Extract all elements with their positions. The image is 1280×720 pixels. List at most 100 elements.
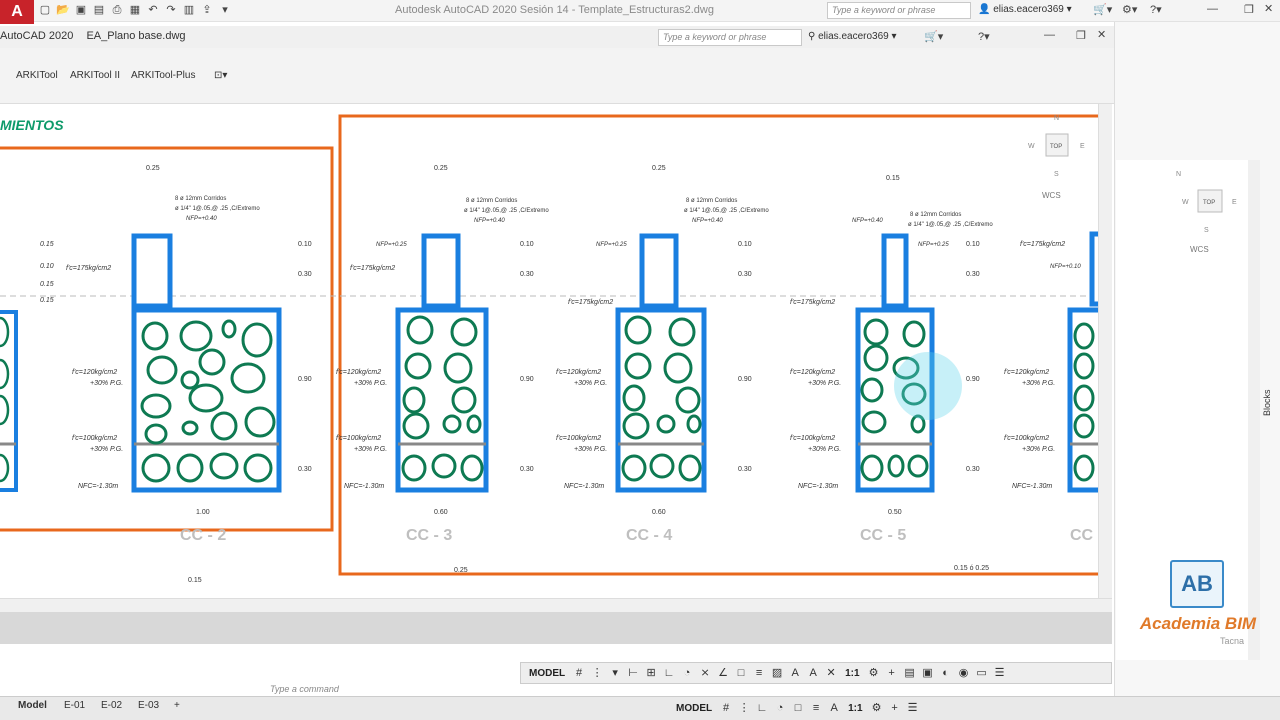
add-layout-icon[interactable]: + [174,700,180,711]
viewcube-top-label[interactable]: TOP [1050,144,1062,150]
secondary-wcs-menu[interactable]: WCS [1190,245,1209,254]
annotation-scale-icon[interactable]: A [805,665,821,681]
footing-cc-3: 0.25 8 ø 12mm Corridos ø 1/4" 1@.05,@ .2… [336,165,549,544]
outer-ortho-icon[interactable]: ∟ [754,700,770,716]
save-as-icon[interactable]: ▤ [92,3,106,17]
infer-constraints-icon[interactable]: ⊢ [625,665,641,681]
level-label: 0.10 [40,263,54,270]
inner-close-icon[interactable]: ✕ [1097,28,1106,41]
outer-grid-icon[interactable]: # [718,700,734,716]
outer-user-menu[interactable]: 👤 elias.eacero369 ▾ [978,4,1072,15]
annotation-visibility-icon[interactable]: A [787,665,803,681]
undo-icon[interactable]: ↶ [146,3,160,17]
layout-tab-e03[interactable]: E-03 [138,700,159,711]
minimize-icon[interactable]: — [1207,3,1218,15]
save-icon[interactable]: ▣ [74,3,88,17]
viewcube-south[interactable]: S [1054,171,1059,178]
snap-icon[interactable]: ⋮ [589,665,605,681]
outer-customization-icon[interactable]: ☰ [905,700,921,716]
print-icon[interactable]: ⎙ [110,3,124,17]
layout-tab-model[interactable]: Model [18,700,47,711]
outer-settings-icon[interactable]: ⚙ [869,700,885,716]
scale-select[interactable]: 1:1 [841,668,863,679]
units-icon[interactable]: ▤ [902,665,918,681]
share-icon[interactable]: ⇪ [200,3,214,17]
level-label: 0.30 [966,466,980,473]
application-menu-button[interactable]: A [0,0,34,24]
ribbon-expand-icon[interactable]: ⊡▾ [214,70,227,81]
outer-scale-select[interactable]: 1:1 [844,703,866,714]
outer-lineweight-icon[interactable]: ≡ [808,700,824,716]
plus-icon[interactable]: + [884,665,900,681]
footing-partial-right: f'c=175kg/cm2 NFP=+0.10 f'c=120kg/cm2 +3… [1004,231,1098,544]
dimension-label: 0.25 [454,567,468,574]
command-input[interactable]: Type a command [270,684,339,694]
inner-search-input[interactable]: Type a keyword or phrase [658,29,802,46]
customization-menu-icon[interactable]: ☰ [992,665,1008,681]
outer-model-button[interactable]: MODEL [672,703,716,714]
viewcube[interactable]: N TOP W E S WCS [1028,115,1085,200]
help-icon[interactable]: ?▾ [1150,3,1162,16]
ribbon-tab-arkitool-ii[interactable]: ARKITool II [70,70,120,81]
inner-help-icon[interactable]: ?▾ [978,30,990,43]
quick-properties-icon[interactable]: ▣ [920,665,936,681]
grid-icon[interactable]: # [571,665,587,681]
polar-icon[interactable]: ◔ [679,665,695,681]
viewcube-east[interactable]: E [1080,143,1085,150]
ortho-icon[interactable]: ∟ [661,665,677,681]
workspace-icon[interactable]: ▥ [182,3,196,17]
new-icon[interactable]: ▢ [38,3,52,17]
outer-annotation-icon[interactable]: A [826,700,842,716]
snap-menu-icon[interactable]: ▾ [607,665,623,681]
viewcube-west[interactable]: W [1028,143,1035,150]
open-icon[interactable]: 📂 [56,3,70,17]
dynamic-input-icon[interactable]: ⊞ [643,665,659,681]
viewcube-north[interactable]: N [1054,115,1059,122]
outer-plus-icon[interactable]: + [887,700,903,716]
clean-screen-icon[interactable]: ▭ [974,665,990,681]
concrete-spec-pg: +30% P.G. [808,380,841,387]
blocks-palette-tab[interactable]: Blocks [1262,389,1272,416]
footing-partial-left: 0.15 0.10 0.15 0.15 [0,241,54,492]
transparency-icon[interactable]: ▨ [769,665,785,681]
model-space-button[interactable]: MODEL [525,668,569,679]
outer-osnap-icon[interactable]: □ [790,700,806,716]
plot-icon[interactable]: ▦ [128,3,142,17]
wcs-menu[interactable]: WCS [1042,191,1061,200]
isodraft-icon[interactable]: ⨯ [697,665,713,681]
isolate-objects-icon[interactable]: ◐ [938,665,954,681]
redo-icon[interactable]: ↷ [164,3,178,17]
vertical-scrollbar[interactable] [1098,104,1112,598]
inner-maximize-icon[interactable]: ❐ [1076,29,1086,42]
inner-cart-icon[interactable]: 🛒▾ [924,30,943,43]
maximize-icon[interactable]: ❐ [1244,3,1254,16]
nfp-label: NFP=+0.40 [474,218,505,224]
window-title: Autodesk AutoCAD 2020 Sesión 14 - Templa… [395,4,714,16]
width-dim: 0.50 [888,509,902,516]
ribbon-tab-arkitool[interactable]: ARKITool [16,70,58,81]
drawing-canvas[interactable]: MIENTOS 0.15 0.10 0.15 0.15 0.25 8 ø 12m… [0,104,1098,598]
inner-minimize-icon[interactable]: — [1044,29,1055,41]
horizontal-scrollbar[interactable] [0,598,1112,612]
cart-icon[interactable]: 🛒▾ [1093,3,1112,16]
settings-icon[interactable]: ⚙ [866,665,882,681]
ribbon-tab-arkitool-plus[interactable]: ARKITool-Plus [131,70,195,81]
level-label: 0.30 [520,466,534,473]
secondary-viewcube-top[interactable]: TOP [1203,200,1215,206]
inner-user-menu[interactable]: ⚲ elias.eacero369 ▾ [808,31,897,42]
object-snap-icon[interactable]: □ [733,665,749,681]
layout-tab-e01[interactable]: E-01 [64,700,85,711]
hardware-acceleration-icon[interactable]: ◉ [956,665,972,681]
user-name: elias.eacero369 [993,4,1064,15]
lineweight-icon[interactable]: ≡ [751,665,767,681]
customize-icon[interactable]: ▾ [218,3,232,17]
object-snap-tracking-icon[interactable]: ∠ [715,665,731,681]
secondary-viewcube[interactable]: N TOP W E S WCS [1116,160,1248,280]
outer-polar-icon[interactable]: ◔ [772,700,788,716]
layout-tab-e02[interactable]: E-02 [101,700,122,711]
auto-scale-icon[interactable]: ✕ [823,665,839,681]
close-icon[interactable]: ✕ [1264,2,1273,15]
exchange-icon[interactable]: ⚙▾ [1122,3,1137,16]
outer-snap-icon[interactable]: ⋮ [736,700,752,716]
outer-search-input[interactable]: Type a keyword or phrase [827,2,971,19]
